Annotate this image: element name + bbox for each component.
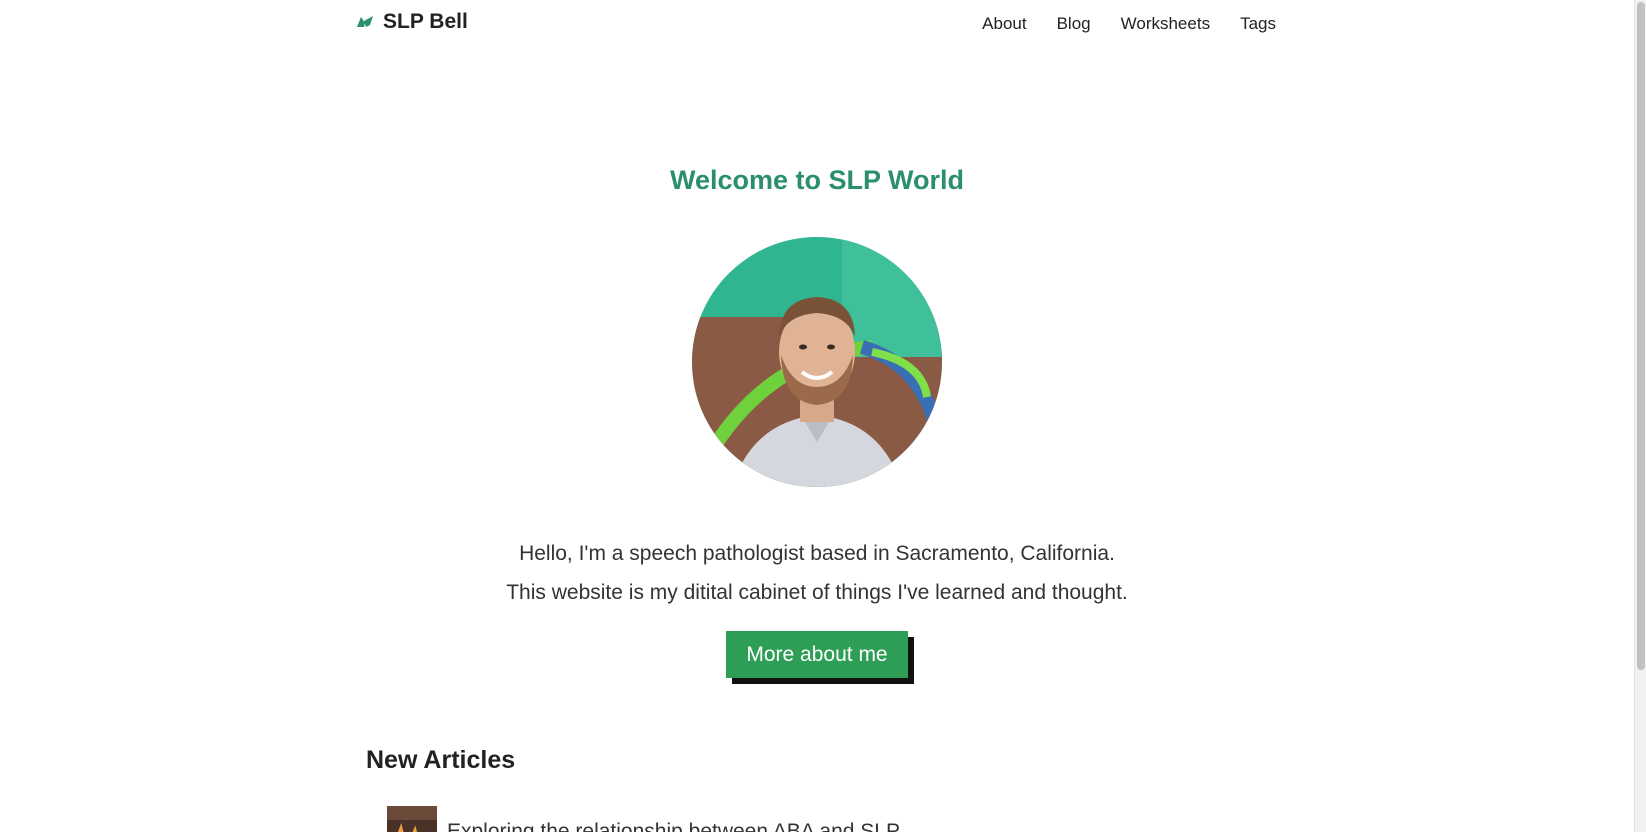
article-list-item[interactable]: Exploring the relationship between ABA a… [387, 806, 900, 832]
intro-line-1: Hello, I'm a speech pathologist based in… [519, 542, 1115, 565]
cta-wrapper: More about me [726, 631, 914, 684]
bell-icon [355, 13, 375, 31]
article-title: Exploring the relationship between ABA a… [447, 820, 900, 832]
page-scrollbar[interactable] [1634, 0, 1646, 832]
site-logo-link[interactable]: SLP Bell [355, 10, 468, 34]
site-header: SLP Bell About Blog Worksheets Tags [0, 0, 1634, 50]
profile-avatar [692, 237, 942, 487]
more-about-me-button[interactable]: More about me [726, 631, 908, 678]
hero-title: Welcome to SLP World [669, 165, 965, 195]
nav-link-tags[interactable]: Tags [1240, 14, 1276, 34]
main-nav: About Blog Worksheets Tags [982, 14, 1276, 34]
new-articles-heading: New Articles [366, 746, 516, 774]
nav-link-about[interactable]: About [982, 14, 1026, 34]
page: SLP Bell About Blog Worksheets Tags Welc… [0, 0, 1646, 832]
nav-link-worksheets[interactable]: Worksheets [1121, 14, 1210, 34]
nav-link-blog[interactable]: Blog [1057, 14, 1091, 34]
scrollbar-thumb[interactable] [1637, 2, 1645, 670]
intro-line-2: This website is my ditital cabinet of th… [506, 581, 1128, 604]
site-logo-text: SLP Bell [383, 10, 468, 33]
article-thumbnail [387, 806, 437, 832]
